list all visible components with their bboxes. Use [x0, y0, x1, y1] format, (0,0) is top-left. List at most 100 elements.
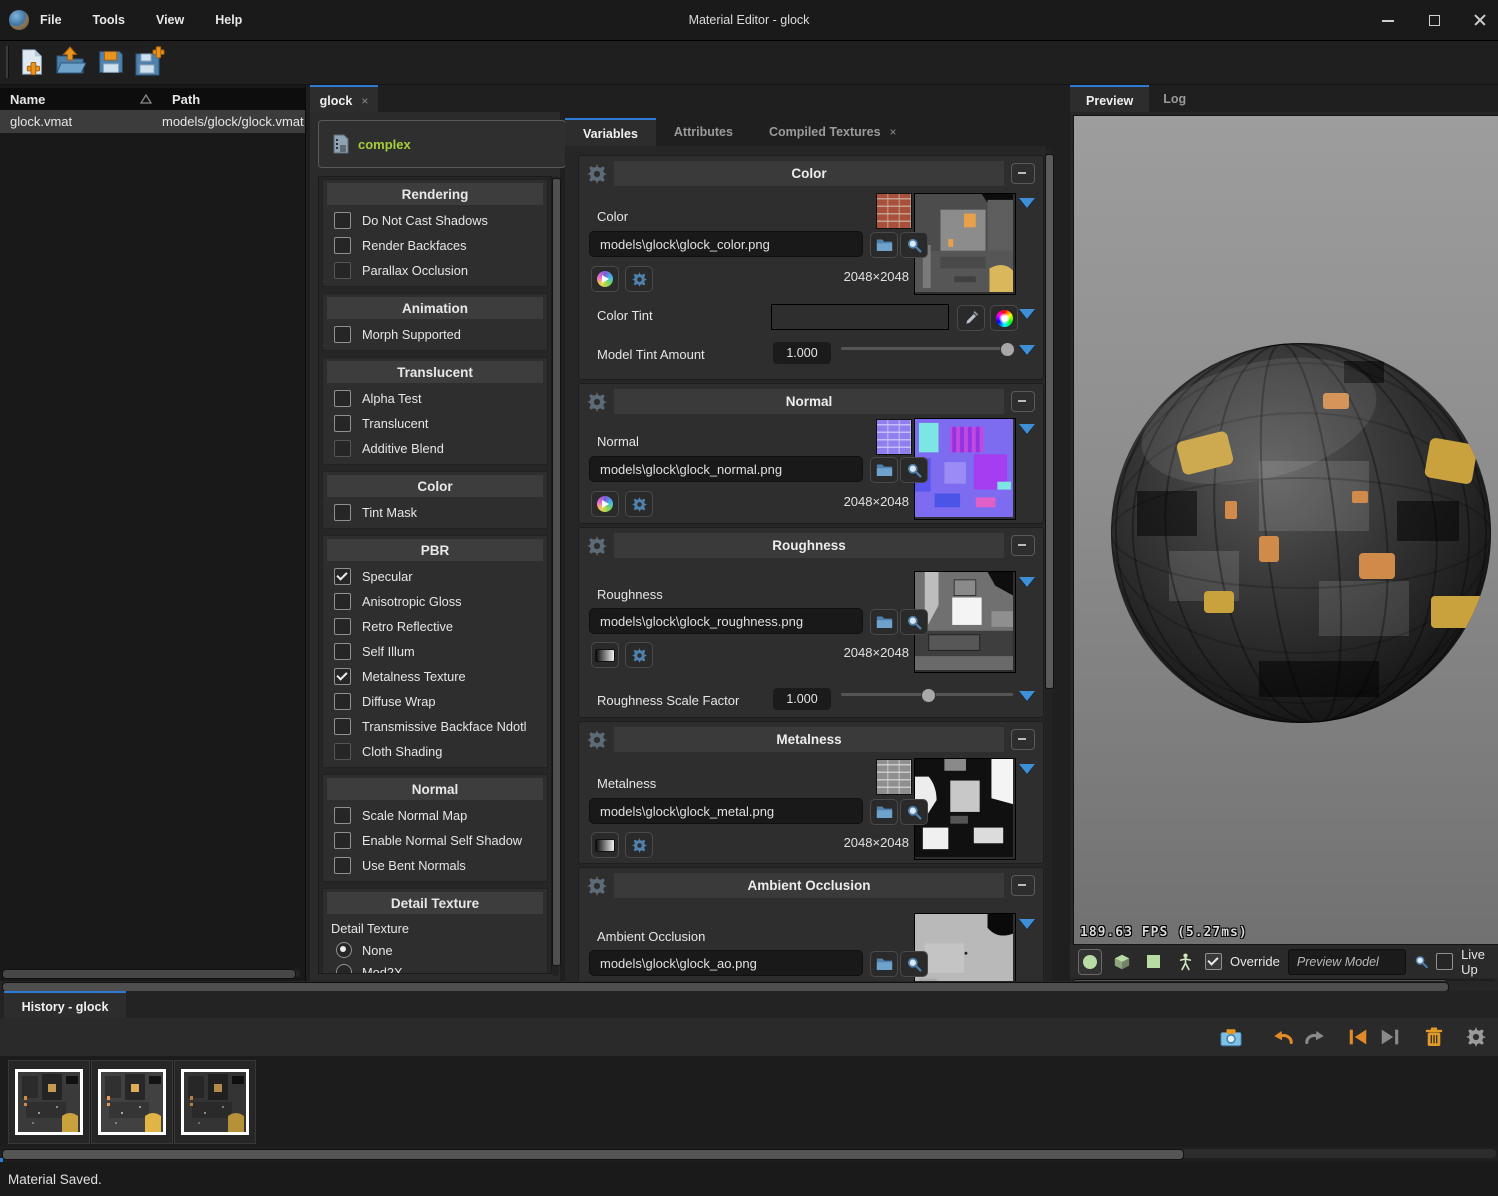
snapshot-button[interactable]: [1219, 1025, 1243, 1049]
close-icon[interactable]: [1472, 12, 1488, 28]
shader-selector[interactable]: complex: [318, 120, 566, 168]
tab-attributes[interactable]: Attributes: [656, 118, 751, 146]
normal-path-field[interactable]: models\glock\glock_normal.png: [589, 456, 863, 482]
ao-texture-preview[interactable]: [914, 913, 1016, 985]
go-to-first-button[interactable]: [1346, 1025, 1370, 1049]
preview-model-input[interactable]: [1288, 949, 1406, 975]
new-material-button[interactable]: [14, 45, 50, 79]
texture-settings-button[interactable]: [625, 266, 653, 292]
roughness-scale-slider[interactable]: [841, 688, 1013, 701]
grayscale-button[interactable]: [591, 642, 619, 668]
checkbox-parallax-occlusion[interactable]: Parallax Occlusion: [323, 258, 547, 283]
color-tint-swatch[interactable]: [771, 304, 949, 330]
checkbox-do-not-cast-shadows[interactable]: Do Not Cast Shadows: [323, 208, 547, 233]
maximize-icon[interactable]: [1426, 12, 1442, 28]
cube-shape-button[interactable]: [1110, 949, 1134, 975]
tab-preview[interactable]: Preview: [1070, 85, 1149, 115]
column-name[interactable]: Name: [0, 92, 140, 107]
gear-icon[interactable]: [587, 164, 607, 184]
eyedropper-button[interactable]: [957, 305, 985, 331]
dropdown-icon[interactable]: [1019, 764, 1035, 774]
texture-settings-button[interactable]: [625, 491, 653, 517]
inspect-texture-button[interactable]: [900, 609, 928, 635]
main-hscrollbar[interactable]: [0, 981, 1498, 991]
dropdown-icon[interactable]: [1019, 691, 1035, 701]
gear-icon[interactable]: [587, 730, 607, 750]
default-texture-thumbnail[interactable]: [876, 419, 912, 455]
gear-icon[interactable]: [587, 392, 607, 412]
model-shape-button[interactable]: [1173, 949, 1197, 975]
colorspace-button[interactable]: [591, 491, 619, 517]
dropdown-icon[interactable]: [1019, 919, 1035, 929]
dropdown-icon[interactable]: [1019, 577, 1035, 587]
sphere-shape-button[interactable]: [1078, 949, 1102, 975]
collapse-button[interactable]: [1011, 391, 1035, 412]
history-thumbnail-2[interactable]: [91, 1060, 173, 1144]
browse-button[interactable]: [870, 232, 898, 258]
tab-glock[interactable]: glock ×: [310, 85, 378, 114]
model-tint-amount-value[interactable]: 1.000: [773, 342, 831, 364]
delete-history-button[interactable]: [1422, 1025, 1446, 1049]
tab-compiled-textures[interactable]: Compiled Textures ×: [751, 118, 915, 146]
checkbox-self-illum[interactable]: Self Illum: [323, 639, 547, 664]
checkbox-transmissive-backface-ndotl[interactable]: Transmissive Backface Ndotl: [323, 714, 547, 739]
collapse-button[interactable]: [1011, 729, 1035, 750]
grayscale-button[interactable]: [591, 832, 619, 858]
browse-button[interactable]: [870, 951, 898, 977]
roughness-path-field[interactable]: models\glock\glock_roughness.png: [589, 608, 863, 634]
save-button[interactable]: [93, 45, 129, 79]
tab-log[interactable]: Log: [1149, 85, 1200, 113]
flags-vscrollbar[interactable]: [552, 176, 559, 976]
redo-button[interactable]: [1303, 1025, 1327, 1049]
history-thumbnail-3[interactable]: [174, 1060, 256, 1144]
color-picker-button[interactable]: [990, 305, 1018, 331]
checkbox-enable-normal-self-shadow[interactable]: Enable Normal Self Shadow: [323, 828, 547, 853]
history-thumbnail-1[interactable]: [8, 1060, 90, 1144]
gear-icon[interactable]: [587, 536, 607, 556]
ao-path-field[interactable]: models\glock\glock_ao.png: [589, 950, 863, 976]
checkbox-diffuse-wrap[interactable]: Diffuse Wrap: [323, 689, 547, 714]
inspect-texture-button[interactable]: [900, 951, 928, 977]
dropdown-icon[interactable]: [1019, 424, 1035, 434]
history-settings-button[interactable]: [1464, 1025, 1488, 1049]
checkbox-render-backfaces[interactable]: Render Backfaces: [323, 233, 547, 258]
checkbox-retro-reflective[interactable]: Retro Reflective: [323, 614, 547, 639]
checkbox-metalness-texture[interactable]: Metalness Texture: [323, 664, 547, 689]
metalness-texture-preview[interactable]: [914, 758, 1016, 860]
normal-texture-preview[interactable]: [914, 418, 1016, 520]
file-list-hscrollbar[interactable]: [2, 969, 300, 977]
history-hscrollbar[interactable]: [2, 1149, 1496, 1158]
undo-button[interactable]: [1271, 1025, 1295, 1049]
checkbox-scale-normal-map[interactable]: Scale Normal Map: [323, 803, 547, 828]
texture-settings-button[interactable]: [625, 832, 653, 858]
menu-file[interactable]: File: [38, 10, 64, 30]
browse-button[interactable]: [870, 799, 898, 825]
menu-help[interactable]: Help: [213, 10, 244, 30]
metalness-path-field[interactable]: models\glock\glock_metal.png: [589, 798, 863, 824]
save-as-button[interactable]: [131, 45, 167, 79]
minimize-icon[interactable]: [1380, 12, 1396, 28]
file-row-glock[interactable]: glock.vmat models/glock/glock.vmat: [0, 110, 305, 133]
tab-close-icon[interactable]: ×: [890, 125, 897, 139]
menu-tools[interactable]: Tools: [91, 10, 127, 30]
open-material-button[interactable]: [52, 45, 88, 79]
inspect-texture-button[interactable]: [900, 232, 928, 258]
browse-button[interactable]: [870, 457, 898, 483]
inspect-texture-button[interactable]: [900, 799, 928, 825]
sort-ascending-icon[interactable]: [140, 94, 152, 104]
checkbox-translucent[interactable]: Translucent: [323, 411, 547, 436]
live-update-checkbox[interactable]: [1436, 953, 1453, 970]
tab-variables[interactable]: Variables: [565, 118, 656, 148]
gear-icon[interactable]: [587, 876, 607, 896]
color-path-field[interactable]: models\glock\glock_color.png: [589, 231, 863, 257]
dropdown-icon[interactable]: [1019, 345, 1035, 355]
checkbox-morph-supported[interactable]: Morph Supported: [323, 322, 547, 347]
checkbox-alpha-test[interactable]: Alpha Test: [323, 386, 547, 411]
magnifier-icon[interactable]: [1414, 953, 1428, 970]
color-texture-preview[interactable]: [914, 193, 1016, 295]
tab-close-icon[interactable]: ×: [361, 94, 368, 108]
roughness-scale-value[interactable]: 1.000: [773, 688, 831, 710]
tab-history-glock[interactable]: History - glock: [4, 991, 126, 1020]
checkbox-additive-blend[interactable]: Additive Blend: [323, 436, 547, 461]
collapse-button[interactable]: [1011, 535, 1035, 556]
